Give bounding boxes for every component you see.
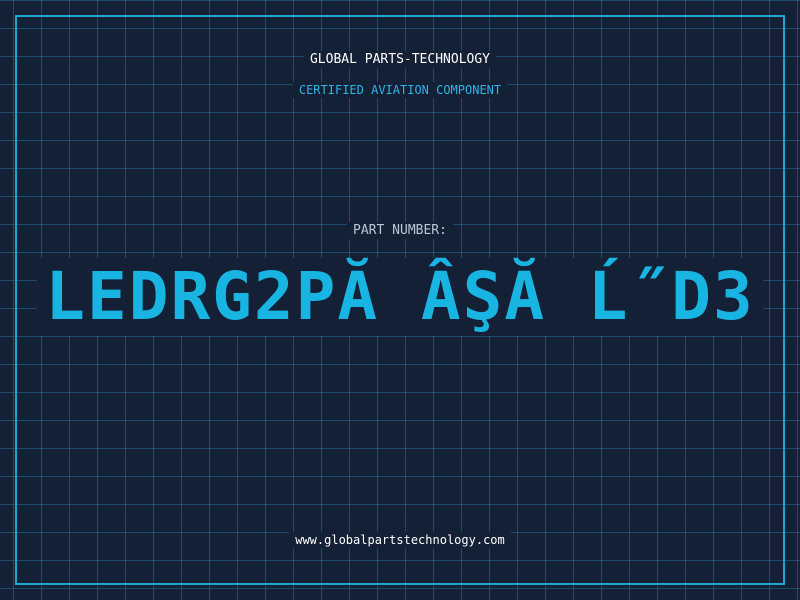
brand-name: GLOBAL PARTS-TECHNOLOGY [303, 51, 496, 68]
part-label-screen: GLOBAL PARTS-TECHNOLOGY CERTIFIED AVIATI… [0, 0, 800, 600]
website-line: www.globalpartstechnology.com [0, 531, 800, 548]
part-number-label-line: PART NUMBER: [0, 221, 800, 239]
subtitle-line: CERTIFIED AVIATION COMPONENT [0, 81, 800, 98]
certification-subtitle: CERTIFIED AVIATION COMPONENT [292, 82, 508, 98]
website-url: www.globalpartstechnology.com [289, 532, 511, 548]
brand-line: GLOBAL PARTS-TECHNOLOGY [0, 50, 800, 68]
part-number-line: LEDRG2PĂ ÂŞĂ Ĺ˝D3 [0, 258, 800, 336]
part-number-value: LEDRG2PĂ ÂŞĂ Ĺ˝D3 [37, 258, 763, 336]
part-number-label: PART NUMBER: [347, 222, 453, 239]
